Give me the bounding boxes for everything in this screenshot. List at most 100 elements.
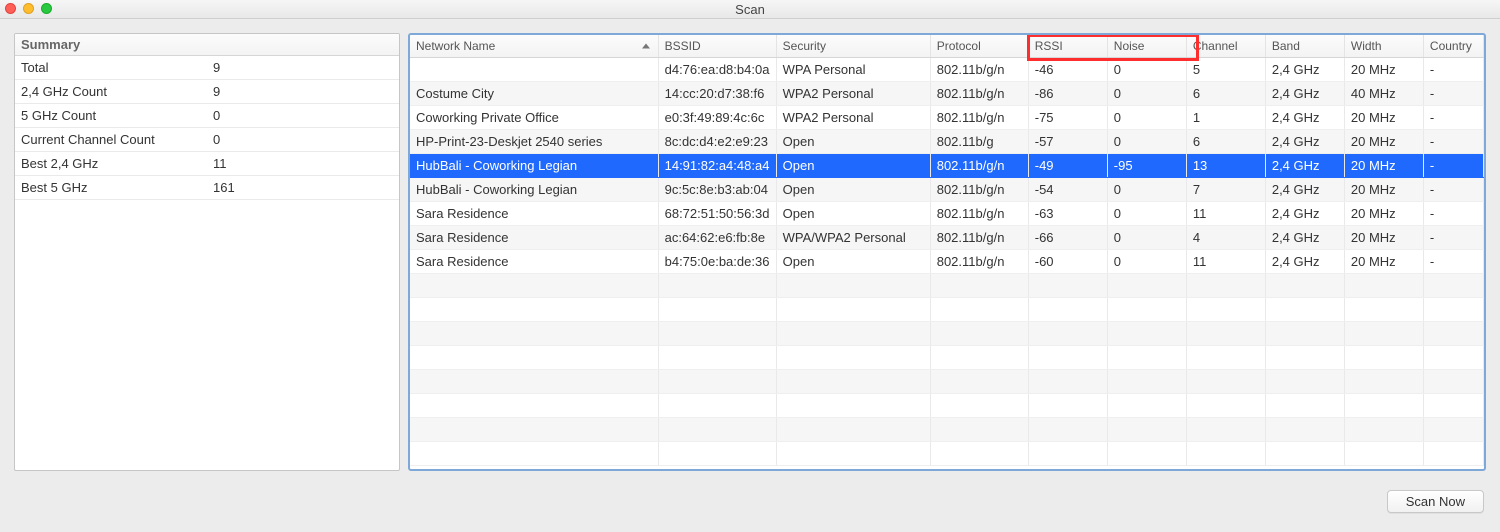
table-row[interactable]: Sara Residenceac:64:62:e6:fb:8eWPA/WPA2 … <box>410 226 1484 250</box>
cell-security: WPA2 Personal <box>776 106 930 130</box>
cell-security: Open <box>776 130 930 154</box>
cell-bssid: d4:76:ea:d8:b4:0a <box>658 58 776 82</box>
col-header-rssi[interactable]: RSSI <box>1028 35 1107 58</box>
cell-country: - <box>1423 226 1483 250</box>
summary-row: 2,4 GHz Count9 <box>15 80 399 104</box>
cell-band: 2,4 GHz <box>1265 106 1344 130</box>
cell-rssi: -66 <box>1028 226 1107 250</box>
col-header-protocol[interactable]: Protocol <box>930 35 1028 58</box>
col-header-noise[interactable]: Noise <box>1107 35 1186 58</box>
table-row[interactable]: HubBali - Coworking Legian14:91:82:a4:48… <box>410 154 1484 178</box>
table-row <box>410 442 1484 466</box>
cell-country: - <box>1423 250 1483 274</box>
cell-width: 20 MHz <box>1344 130 1423 154</box>
cell-rssi: -49 <box>1028 154 1107 178</box>
cell-band: 2,4 GHz <box>1265 82 1344 106</box>
minimize-icon[interactable] <box>23 3 34 14</box>
col-header-bssid[interactable]: BSSID <box>658 35 776 58</box>
cell-rssi: -60 <box>1028 250 1107 274</box>
summary-row: 5 GHz Count0 <box>15 104 399 128</box>
cell-bssid: 68:72:51:50:56:3d <box>658 202 776 226</box>
cell-channel: 7 <box>1186 178 1265 202</box>
cell-security: Open <box>776 202 930 226</box>
maximize-icon[interactable] <box>41 3 52 14</box>
table-row[interactable]: Sara Residence68:72:51:50:56:3dOpen802.1… <box>410 202 1484 226</box>
cell-security: WPA2 Personal <box>776 82 930 106</box>
cell-name <box>410 58 658 82</box>
cell-width: 40 MHz <box>1344 82 1423 106</box>
cell-band: 2,4 GHz <box>1265 250 1344 274</box>
cell-noise: 0 <box>1107 178 1186 202</box>
cell-country: - <box>1423 154 1483 178</box>
table-row[interactable]: HP-Print-23-Deskjet 2540 series8c:dc:d4:… <box>410 130 1484 154</box>
cell-name: HubBali - Coworking Legian <box>410 178 658 202</box>
summary-label: 2,4 GHz Count <box>21 84 213 99</box>
cell-rssi: -63 <box>1028 202 1107 226</box>
cell-country: - <box>1423 130 1483 154</box>
cell-country: - <box>1423 58 1483 82</box>
cell-band: 2,4 GHz <box>1265 178 1344 202</box>
summary-row: Best 2,4 GHz11 <box>15 152 399 176</box>
cell-band: 2,4 GHz <box>1265 202 1344 226</box>
cell-country: - <box>1423 202 1483 226</box>
cell-security: WPA/WPA2 Personal <box>776 226 930 250</box>
cell-noise: 0 <box>1107 58 1186 82</box>
table-row[interactable]: d4:76:ea:d8:b4:0aWPA Personal802.11b/g/n… <box>410 58 1484 82</box>
cell-protocol: 802.11b/g/n <box>930 178 1028 202</box>
summary-value: 0 <box>213 108 393 123</box>
col-header-security[interactable]: Security <box>776 35 930 58</box>
cell-channel: 1 <box>1186 106 1265 130</box>
close-icon[interactable] <box>5 3 16 14</box>
table-row <box>410 298 1484 322</box>
cell-protocol: 802.11b/g/n <box>930 82 1028 106</box>
table-row[interactable]: Sara Residenceb4:75:0e:ba:de:36Open802.1… <box>410 250 1484 274</box>
table-row[interactable]: HubBali - Coworking Legian9c:5c:8e:b3:ab… <box>410 178 1484 202</box>
cell-width: 20 MHz <box>1344 226 1423 250</box>
cell-bssid: e0:3f:49:89:4c:6c <box>658 106 776 130</box>
table-row[interactable]: Coworking Private Officee0:3f:49:89:4c:6… <box>410 106 1484 130</box>
table-row <box>410 394 1484 418</box>
cell-bssid: ac:64:62:e6:fb:8e <box>658 226 776 250</box>
cell-rssi: -57 <box>1028 130 1107 154</box>
cell-bssid: b4:75:0e:ba:de:36 <box>658 250 776 274</box>
cell-name: HP-Print-23-Deskjet 2540 series <box>410 130 658 154</box>
cell-protocol: 802.11b/g/n <box>930 154 1028 178</box>
cell-protocol: 802.11b/g/n <box>930 58 1028 82</box>
col-header-country[interactable]: Country <box>1423 35 1483 58</box>
cell-channel: 11 <box>1186 250 1265 274</box>
cell-security: Open <box>776 250 930 274</box>
cell-width: 20 MHz <box>1344 202 1423 226</box>
cell-security: Open <box>776 154 930 178</box>
cell-channel: 4 <box>1186 226 1265 250</box>
cell-band: 2,4 GHz <box>1265 130 1344 154</box>
cell-noise: 0 <box>1107 202 1186 226</box>
cell-noise: -95 <box>1107 154 1186 178</box>
scan-now-button[interactable]: Scan Now <box>1387 490 1484 513</box>
cell-name: Costume City <box>410 82 658 106</box>
cell-width: 20 MHz <box>1344 178 1423 202</box>
col-header-width[interactable]: Width <box>1344 35 1423 58</box>
summary-value: 9 <box>213 60 393 75</box>
pane-drag-handle[interactable] <box>408 239 411 265</box>
cell-band: 2,4 GHz <box>1265 58 1344 82</box>
cell-country: - <box>1423 106 1483 130</box>
cell-protocol: 802.11b/g <box>930 130 1028 154</box>
summary-heading: Summary <box>15 34 399 56</box>
col-header-network-name[interactable]: Network Name <box>410 35 658 58</box>
cell-channel: 11 <box>1186 202 1265 226</box>
cell-noise: 0 <box>1107 130 1186 154</box>
col-header-channel[interactable]: Channel <box>1186 35 1265 58</box>
titlebar: Scan <box>0 0 1500 19</box>
cell-protocol: 802.11b/g/n <box>930 250 1028 274</box>
cell-name: Sara Residence <box>410 226 658 250</box>
cell-country: - <box>1423 82 1483 106</box>
col-header-band[interactable]: Band <box>1265 35 1344 58</box>
table-row[interactable]: Costume City14:cc:20:d7:38:f6WPA2 Person… <box>410 82 1484 106</box>
summary-label: Current Channel Count <box>21 132 213 147</box>
summary-value: 161 <box>213 180 393 195</box>
cell-channel: 6 <box>1186 130 1265 154</box>
summary-row: Best 5 GHz161 <box>15 176 399 200</box>
summary-label: 5 GHz Count <box>21 108 213 123</box>
cell-noise: 0 <box>1107 106 1186 130</box>
table-row <box>410 274 1484 298</box>
